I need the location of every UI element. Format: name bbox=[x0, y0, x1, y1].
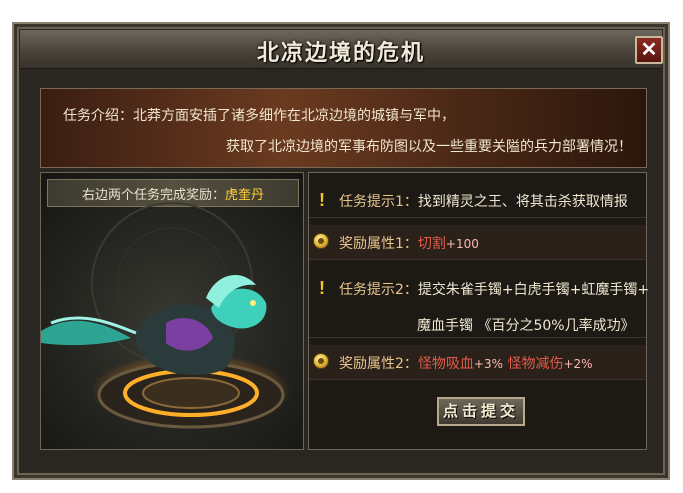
task-hint-2-text-line2: 魔血手镯 《百分之50%几率成功》 bbox=[417, 318, 635, 334]
window-title: 北凉边境的危机 bbox=[256, 40, 425, 66]
coin-icon bbox=[313, 353, 329, 369]
intro-text-line1: 任务介绍：北莽方面安插了诸多细作在北凉边境的城镇与军中， bbox=[63, 108, 455, 124]
exclamation-icon: ! bbox=[319, 278, 325, 298]
task-reward-2-label: 奖励属性2： bbox=[339, 356, 418, 372]
task-hint-2-label: 任务提示2： bbox=[339, 282, 418, 298]
coin-icon bbox=[313, 233, 329, 249]
task-reward-2-stat1-name: 怪物吸血 bbox=[417, 356, 474, 372]
intro-text-line2: 获取了北凉边境的军事布防图以及一些重要关隘的兵力部署情况！ bbox=[226, 139, 632, 155]
title-bar: 北凉边境的危机 bbox=[20, 30, 662, 69]
close-button[interactable]: ✕ bbox=[635, 36, 663, 64]
task-reward-2-stat1-value: +3% bbox=[473, 357, 504, 371]
task-hint-2-text-line1: 提交朱雀手镯+白虎手镯+虹魔手镯+ bbox=[417, 282, 650, 298]
pedestal-inner bbox=[142, 377, 240, 409]
quest-intro-banner: 任务介绍：北莽方面安插了诸多细作在北凉边境的城镇与军中， 获取了北凉边境的军事布… bbox=[40, 88, 647, 168]
exclamation-icon: ! bbox=[319, 190, 325, 210]
task-hint-1-label: 任务提示1： bbox=[339, 194, 418, 210]
task-reward-1-stat-name: 切割 bbox=[417, 236, 446, 252]
mount-eye bbox=[250, 300, 256, 306]
task-reward-2-stat2-value: +2% bbox=[563, 357, 593, 371]
task-reward-1: 奖励属性1：切割+100 bbox=[339, 233, 479, 253]
reward-preview-panel: 右边两个任务完成奖励：虎奎丹 bbox=[40, 172, 304, 450]
submit-button[interactable]: 点击提交 bbox=[437, 397, 525, 426]
task-hint-row-2: ! 任务提示2：提交朱雀手镯+白虎手镯+虹魔手镯+ 魔血手镯 《百分之50%几率… bbox=[309, 271, 649, 338]
task-reward-1-stat-value: +100 bbox=[445, 237, 479, 251]
task-hint-row-1: ! 任务提示1：找到精灵之王、将其击杀获取情报 bbox=[309, 183, 646, 218]
task-hint-1-text: 找到精灵之王、将其击杀获取情报 bbox=[417, 194, 628, 210]
task-hint-1: 任务提示1：找到精灵之王、将其击杀获取情报 bbox=[339, 191, 628, 211]
task-reward-row-2: 奖励属性2：怪物吸血+3% 怪物减伤+2% bbox=[309, 345, 646, 380]
task-reward-1-label: 奖励属性1： bbox=[339, 236, 418, 252]
task-reward-2-stat2-name: 怪物减伤 bbox=[507, 356, 564, 372]
reward-mount-illustration bbox=[41, 202, 291, 429]
task-reward-row-1: 奖励属性1：切割+100 bbox=[309, 225, 646, 260]
task-hint-2: 任务提示2：提交朱雀手镯+白虎手镯+虹魔手镯+ bbox=[339, 279, 649, 299]
task-reward-2: 奖励属性2：怪物吸血+3% 怪物减伤+2% bbox=[339, 353, 593, 373]
